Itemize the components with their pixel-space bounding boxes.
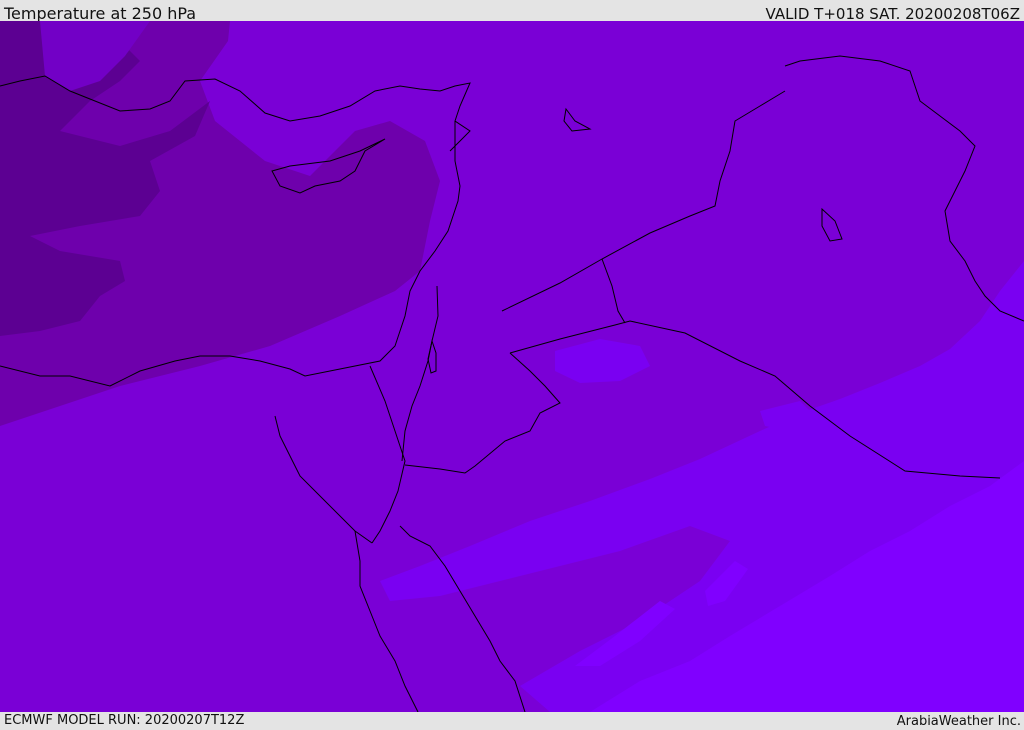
- footer-bar: ECMWF MODEL RUN: 20200207T12Z ArabiaWeat…: [0, 712, 1024, 729]
- map-panel[interactable]: [0, 21, 1024, 712]
- model-run-label: ECMWF MODEL RUN: 20200207T12Z: [4, 713, 245, 728]
- header-bar: Temperature at 250 hPa VALID T+018 SAT. …: [0, 0, 1024, 23]
- temperature-map: [0, 21, 1024, 712]
- credit-label: ArabiaWeather Inc.: [896, 714, 1021, 729]
